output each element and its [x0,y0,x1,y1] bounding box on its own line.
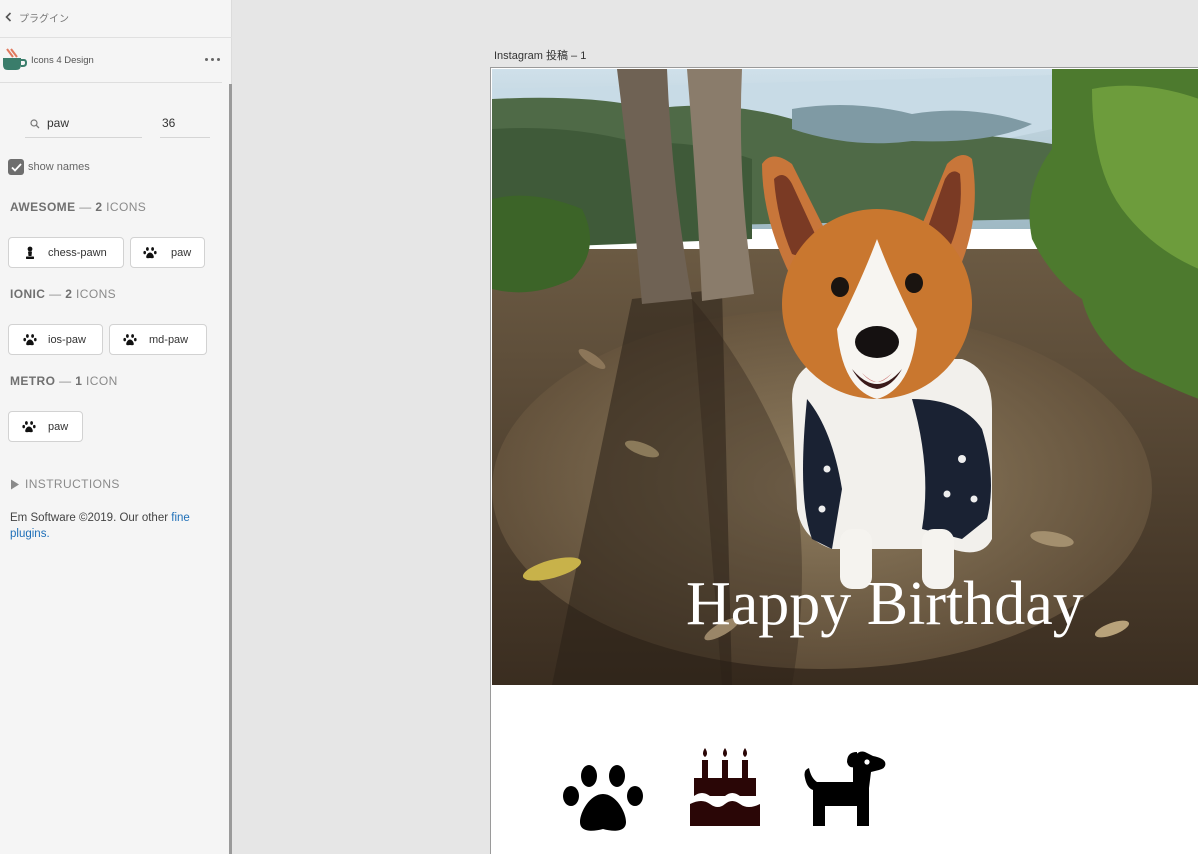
footer-text: Em Software ©2019. Our other fine plugin… [10,510,215,542]
paw-icon [23,334,37,346]
footer-copyright: Em Software ©2019. Our other [10,512,172,524]
photo-title[interactable]: Happy Birthday [686,569,1084,640]
paw-icon[interactable] [562,762,644,834]
section-header-metro: METRO — 1 ICON [10,374,118,388]
corgi-photo[interactable]: Happy Birthday [492,69,1198,685]
section-header-awesome: AWESOME — 2 ICONS [10,200,147,214]
checkmark-icon [10,162,22,172]
instructions-label: INSTRUCTIONS [25,477,120,491]
plugin-header: Icons 4 Design [0,39,222,83]
section-unit: ICON [86,374,118,388]
icon-size-field[interactable] [160,110,210,138]
section-count: 2 [95,200,103,214]
dog-icon[interactable] [803,748,887,828]
instructions-toggle[interactable]: INSTRUCTIONS [10,477,120,491]
search-input[interactable] [47,114,139,132]
coffee-cup-icon [3,48,28,70]
section-count: 1 [75,374,83,388]
icon-button-label: paw [48,421,69,433]
section-count: 2 [65,287,73,301]
birthday-cake-icon[interactable] [690,748,760,828]
search-icon [30,119,40,129]
chess-pawn-icon [26,246,34,259]
plugin-name: Icons 4 Design [31,55,94,66]
chevron-left-icon[interactable] [4,10,14,24]
more-options-icon[interactable] [204,57,222,63]
triangle-right-icon [11,479,19,489]
artboard-label[interactable]: Instagram 投稿 – 1 [494,47,586,63]
icon-button-label: paw [171,247,192,259]
icon-button-label: ios-paw [48,334,86,346]
icon-button-ios-paw[interactable]: ios-paw [8,324,103,355]
icon-size-input[interactable] [162,114,206,132]
paw-icon [143,247,157,259]
back-label[interactable]: プラグイン [19,10,69,25]
search-field[interactable] [25,110,142,138]
paw-icon [22,421,36,433]
section-name: METRO [10,374,56,388]
section-header-ionic: IONIC — 2 ICONS [10,287,117,301]
section-name: IONIC [10,287,46,301]
icon-button-label: chess-pawn [48,247,107,259]
icon-button-md-paw[interactable]: md-paw [109,324,207,355]
show-names-checkbox[interactable] [8,159,24,175]
show-names-label: show names [28,161,90,173]
paw-icon [123,334,137,346]
icon-button-paw[interactable]: paw [130,237,205,268]
icon-button-chess-pawn[interactable]: chess-pawn [8,237,124,268]
artboard[interactable]: Happy Birthday [490,67,1198,854]
icon-button-metro-paw[interactable]: paw [8,411,83,442]
plugin-panel: プラグイン Icons 4 Design show names [0,0,232,854]
back-to-plugins[interactable]: プラグイン [0,0,232,38]
icon-button-label: md-paw [149,334,189,346]
section-unit: ICONS [76,287,117,301]
section-unit: ICONS [106,200,147,214]
panel-scrollbar[interactable] [229,84,232,854]
section-name: AWESOME [10,200,76,214]
show-names-toggle[interactable]: show names [8,159,90,175]
